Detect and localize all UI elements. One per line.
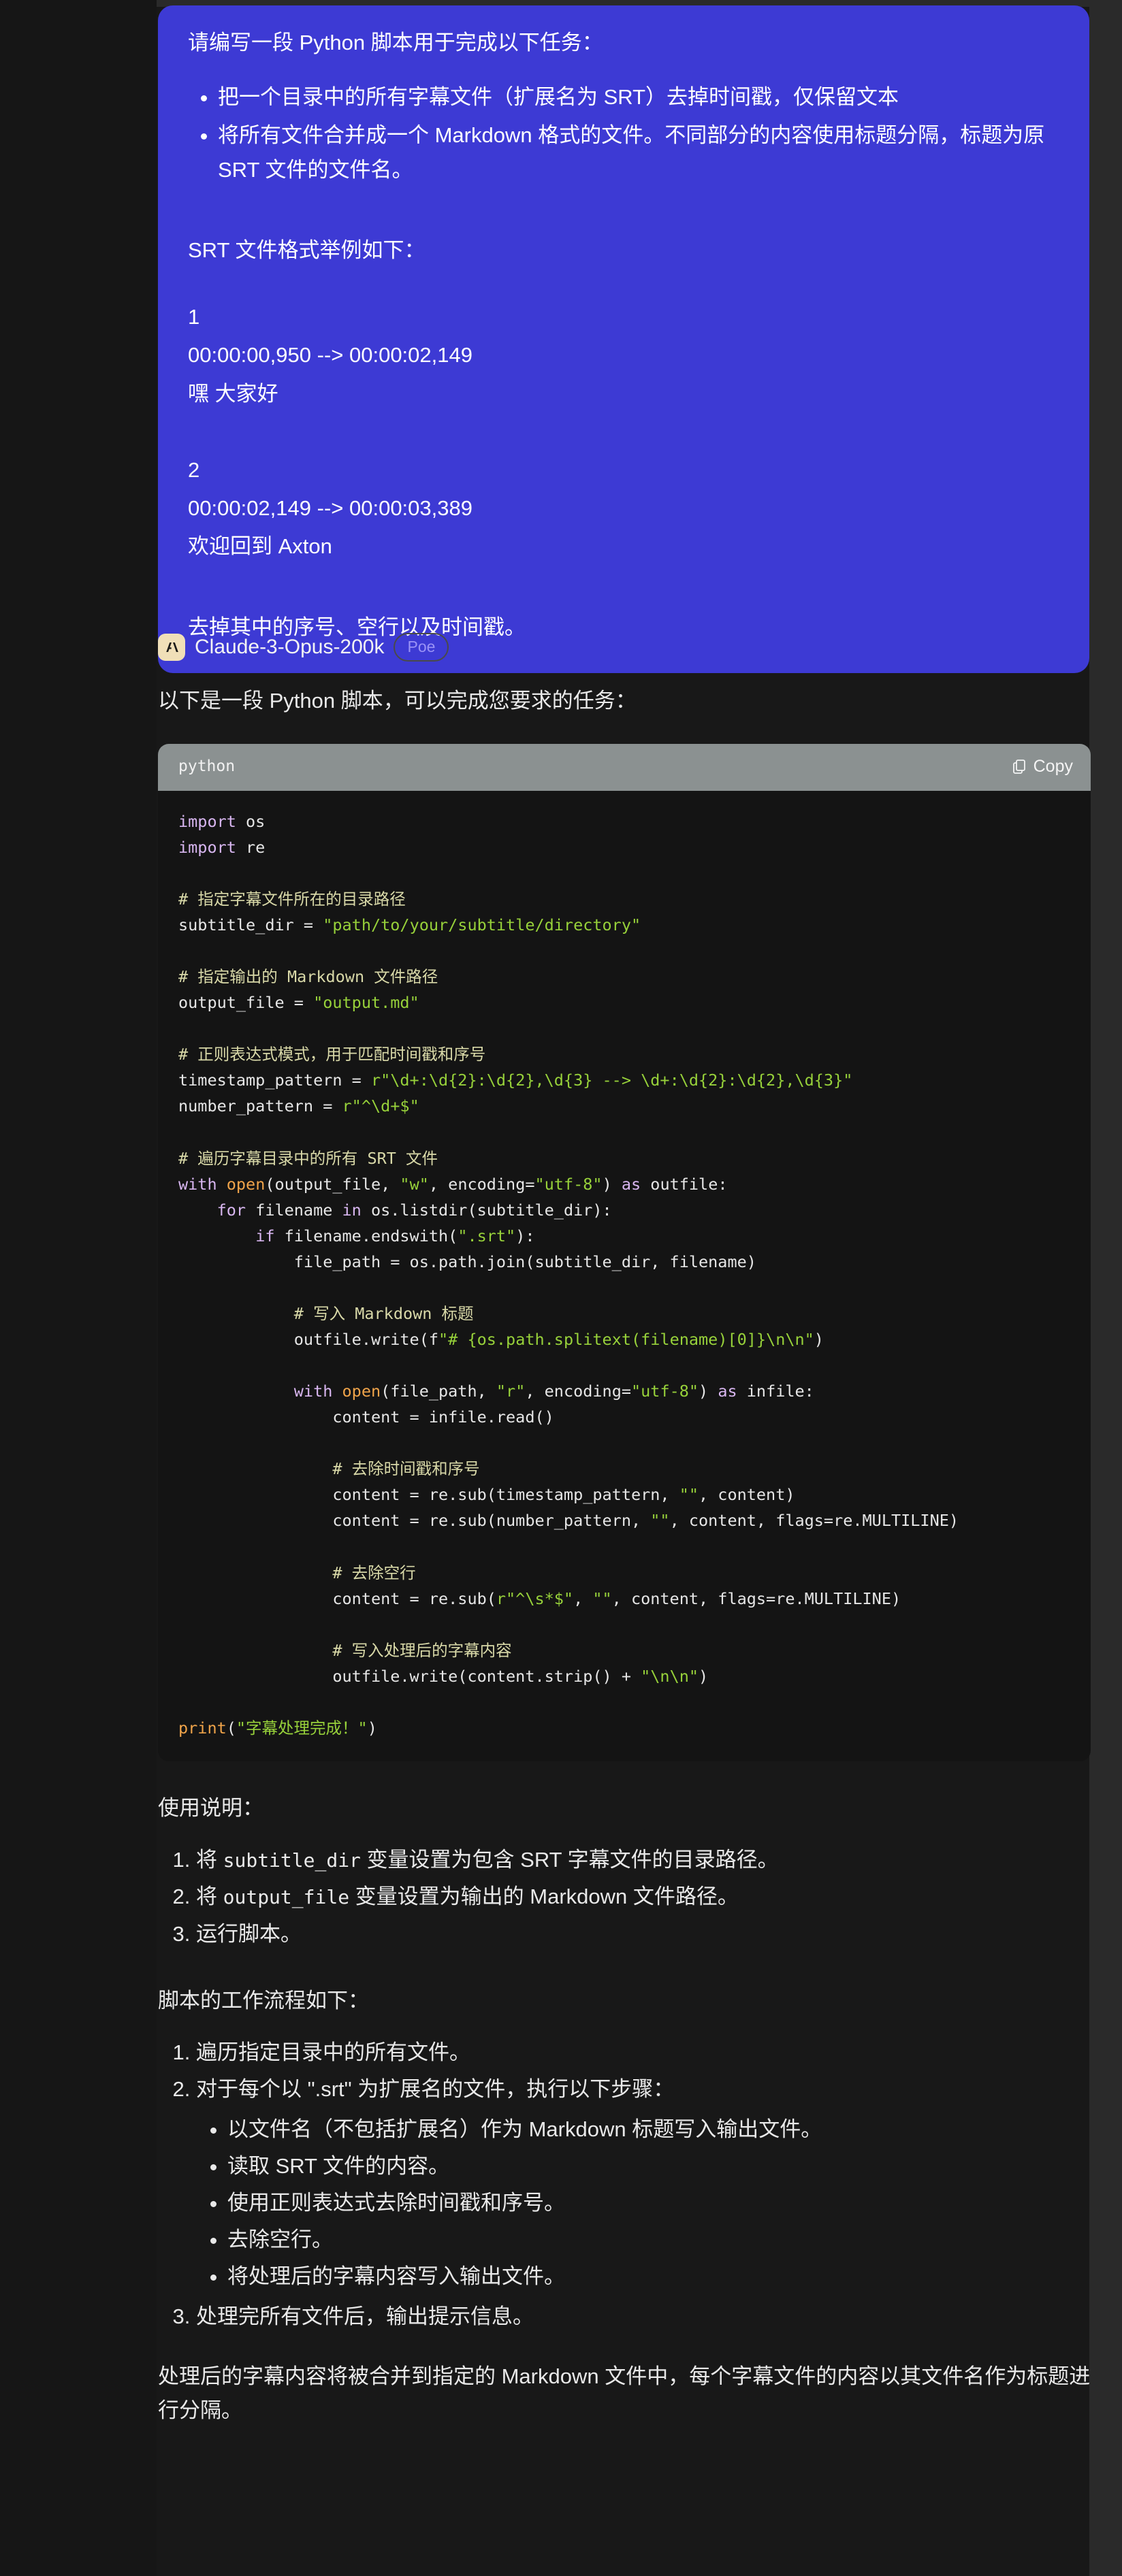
- assistant-model-name: Claude-3-Opus-200k: [195, 636, 385, 658]
- workflow-heading: 脚本的工作流程如下：: [158, 1988, 369, 2012]
- provider-badge: Poe: [394, 632, 449, 662]
- code-language-label: python: [178, 757, 236, 775]
- list-item: 以文件名（不包括扩展名）作为 Markdown 标题写入输出文件。: [227, 2113, 1091, 2147]
- list-item: 遍历指定目录中的所有文件。: [196, 2036, 1091, 2070]
- srt-sample-line: 00:00:00,950 --> 00:00:02,149: [188, 343, 472, 368]
- list-item: 去除空行。: [227, 2223, 1091, 2257]
- workflow-steps-list: 遍历指定目录中的所有文件。 对于每个以 ".srt" 为扩展名的文件，执行以下步…: [158, 2036, 1091, 2334]
- list-item: 将所有文件合并成一个 Markdown 格式的文件。不同部分的内容使用标题分隔，…: [218, 118, 1059, 186]
- srt-sample-line: 00:00:02,149 --> 00:00:03,389: [188, 496, 472, 521]
- srt-format-heading: SRT 文件格式举例如下：: [188, 238, 426, 262]
- srt-sample-line: 2: [188, 457, 200, 482]
- list-item: 将 output_file 变量设置为输出的 Markdown 文件路径。: [196, 1880, 1091, 1914]
- list-item: 运行脚本。: [196, 1917, 1091, 1951]
- workflow-step-label: 对于每个以 ".srt" 为扩展名的文件，执行以下步骤：: [196, 2077, 675, 2102]
- user-intro-text: 请编写一段 Python 脚本用于完成以下任务：: [188, 31, 603, 54]
- code-block: python Copy import os import re # 指定字幕文件…: [158, 744, 1091, 1761]
- list-item: 将 subtitle_dir 变量设置为包含 SRT 字幕文件的目录路径。: [196, 1843, 1091, 1877]
- assistant-conclusion-text: 处理后的字幕内容将被合并到指定的 Markdown 文件中，每个字幕文件的内容以…: [158, 2364, 1091, 2423]
- assistant-lead-text: 以下是一段 Python 脚本，可以完成您要求的任务：: [158, 689, 637, 713]
- srt-sample-line: 欢迎回到 Axton: [188, 534, 332, 559]
- workflow-substeps-list: 以文件名（不包括扩展名）作为 Markdown 标题写入输出文件。 读取 SRT…: [196, 2113, 1091, 2294]
- left-gutter: [0, 0, 157, 2576]
- chat-window: 请编写一段 Python 脚本用于完成以下任务： 把一个目录中的所有字幕文件（扩…: [0, 0, 1122, 2576]
- copy-icon: [1011, 758, 1027, 775]
- srt-sample-line: 嘿 大家好: [188, 381, 278, 406]
- anthropic-logo-icon: [158, 634, 185, 661]
- list-item: 对于每个以 ".srt" 为扩展名的文件，执行以下步骤： 以文件名（不包括扩展名…: [196, 2072, 1091, 2294]
- inline-code: output_file: [223, 1886, 350, 1909]
- usage-steps-list: 将 subtitle_dir 变量设置为包含 SRT 字幕文件的目录路径。 将 …: [158, 1843, 1091, 1951]
- right-scroll-gutter[interactable]: [1089, 0, 1122, 2576]
- assistant-message: 以下是一段 Python 脚本，可以完成您要求的任务： python Copy …: [158, 684, 1091, 2428]
- code-block-header: python Copy: [158, 744, 1091, 791]
- srt-sample-line: 1: [188, 305, 200, 329]
- list-item: 处理完所有文件后，输出提示信息。: [196, 2300, 1091, 2334]
- assistant-header: Claude-3-Opus-200k Poe: [158, 630, 449, 665]
- user-task-list: 把一个目录中的所有字幕文件（扩展名为 SRT）去掉时间戳，仅保留文本 将所有文件…: [188, 80, 1059, 187]
- inline-code: subtitle_dir: [223, 1849, 361, 1872]
- list-item: 把一个目录中的所有字幕文件（扩展名为 SRT）去掉时间戳，仅保留文本: [218, 80, 1059, 114]
- usage-heading: 使用说明：: [158, 1795, 263, 1820]
- list-item: 读取 SRT 文件的内容。: [227, 2149, 1091, 2183]
- user-message-bubble: 请编写一段 Python 脚本用于完成以下任务： 把一个目录中的所有字幕文件（扩…: [158, 5, 1089, 673]
- srt-sample-blank: [188, 415, 1059, 449]
- code-content: import os import re # 指定字幕文件所在的目录路径 subt…: [178, 811, 959, 1738]
- list-item: 将处理后的字幕内容写入输出文件。: [227, 2260, 1091, 2294]
- copy-code-button[interactable]: Copy: [1011, 753, 1073, 781]
- copy-button-label: Copy: [1033, 757, 1073, 777]
- list-item: 使用正则表达式去除时间戳和序号。: [227, 2186, 1091, 2220]
